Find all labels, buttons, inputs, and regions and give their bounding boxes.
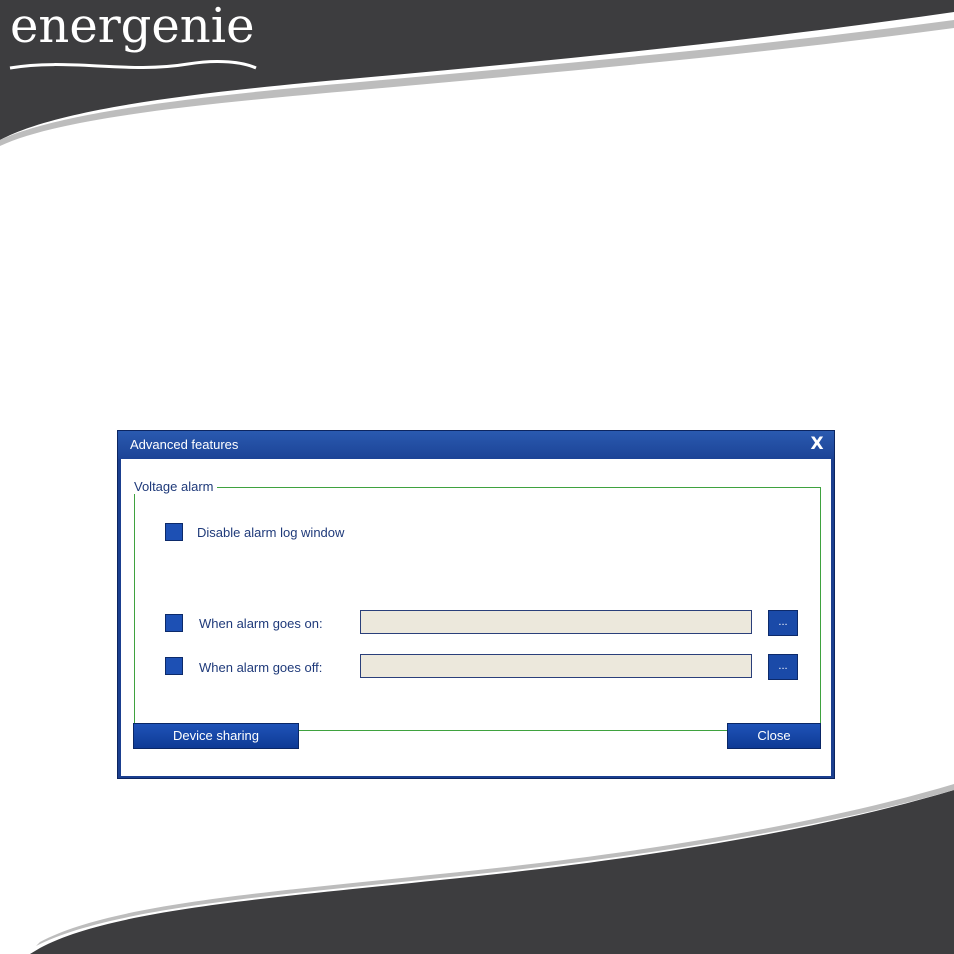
alarm-off-label: When alarm goes off: bbox=[199, 660, 323, 675]
dialog-titlebar[interactable]: Advanced features X bbox=[118, 431, 834, 459]
brand-logo: energenie bbox=[10, 0, 255, 54]
alarm-on-browse-button[interactable]: ... bbox=[768, 610, 798, 636]
voltage-alarm-legend: Voltage alarm bbox=[131, 479, 217, 494]
alarm-off-browse-button[interactable]: ... bbox=[768, 654, 798, 680]
alarm-on-field[interactable] bbox=[360, 610, 752, 634]
dialog-title: Advanced features bbox=[130, 437, 239, 452]
advanced-features-dialog: Advanced features X Voltage alarm Disabl… bbox=[117, 430, 835, 779]
dialog-client-area: Voltage alarm Disable alarm log window W… bbox=[121, 459, 831, 776]
footer-swoosh bbox=[30, 784, 954, 954]
device-sharing-button[interactable]: Device sharing bbox=[133, 723, 299, 749]
close-button[interactable]: Close bbox=[727, 723, 821, 749]
alarm-off-field[interactable] bbox=[360, 654, 752, 678]
alarm-off-checkbox[interactable] bbox=[165, 657, 183, 675]
voltage-alarm-group bbox=[134, 487, 821, 731]
disable-alarm-log-label: Disable alarm log window bbox=[197, 525, 345, 540]
alarm-on-checkbox[interactable] bbox=[165, 614, 183, 632]
alarm-on-label: When alarm goes on: bbox=[199, 616, 323, 631]
disable-alarm-log-checkbox[interactable] bbox=[165, 523, 183, 541]
close-icon[interactable]: X bbox=[808, 435, 826, 453]
logo-swoosh-icon bbox=[9, 59, 257, 70]
page: energenie Advanced features X Voltage al… bbox=[0, 0, 954, 954]
